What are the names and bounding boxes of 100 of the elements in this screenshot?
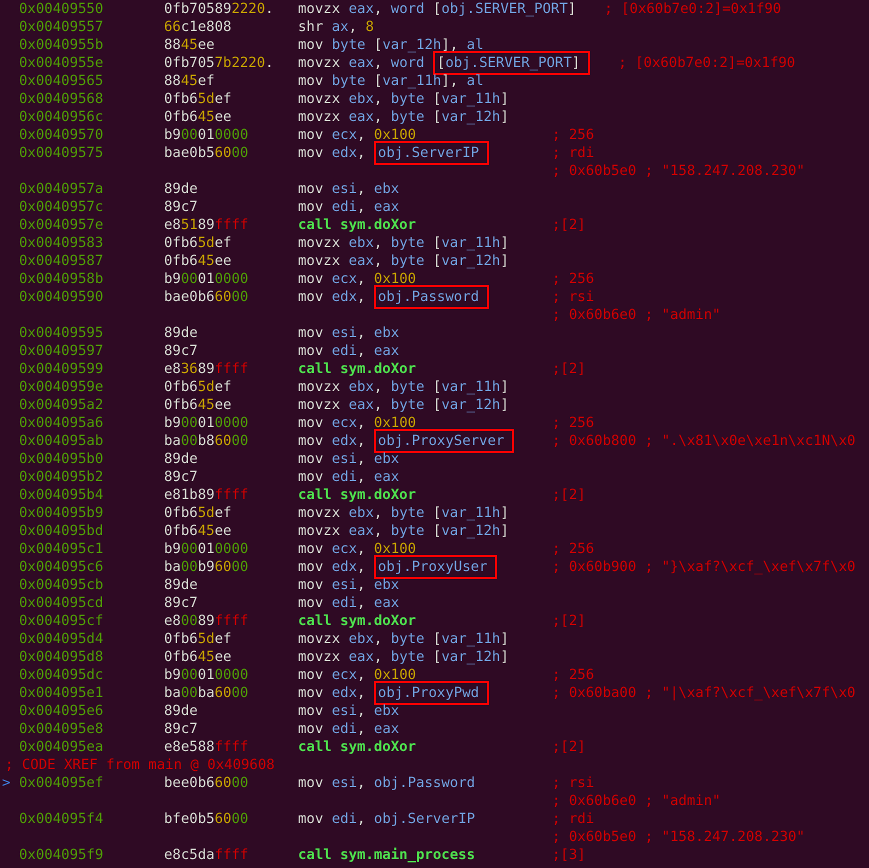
opcode-bytes: 0fb65def (164, 90, 232, 108)
instruction: shr ax, 8 (298, 18, 374, 36)
address: 0x004095cb (19, 576, 104, 594)
address: 0x004095ab (19, 432, 104, 450)
address: 0x0040957a (19, 180, 104, 198)
address: 0x004095b9 (19, 504, 104, 522)
comment: ; 256 (552, 126, 594, 144)
opcode-bytes: 0fb65def (164, 630, 232, 648)
cursor-marker: > (1, 774, 12, 792)
address: 0x004095ea (19, 738, 104, 756)
comment: ;[2] (552, 360, 586, 378)
address: 0x0040958b (19, 270, 104, 288)
opcode-bytes: 8845ee (164, 36, 216, 54)
opcode-bytes: e83689ffff (164, 360, 250, 378)
instruction: mov edi, eax (298, 198, 400, 216)
address: 0x004095dc (19, 666, 104, 684)
instruction: mov ecx, 0x100 (298, 666, 416, 684)
instruction: mov edi, eax (298, 342, 400, 360)
address: 0x00409568 (19, 90, 104, 108)
address: 0x004095cd (19, 594, 104, 612)
opcode-bytes: e81b89ffff (164, 486, 250, 504)
address: 0x00409550 (19, 0, 104, 18)
comment: ;[2] (552, 216, 586, 234)
address: 0x0040956c (19, 108, 104, 126)
instruction: movzx ebx, byte [var_11h] (298, 630, 509, 648)
address: 0x0040955b (19, 36, 104, 54)
instruction: movzx ebx, byte [var_11h] (298, 378, 509, 396)
opcode-bytes: b900010000 (164, 666, 250, 684)
opcode-bytes: 89c7 (164, 468, 199, 486)
opcode-bytes: 89c7 (164, 342, 199, 360)
opcode-bytes: b900010000 (164, 540, 250, 558)
instruction: mov esi, ebx (298, 324, 400, 342)
opcode-bytes: e80089ffff (164, 612, 250, 630)
instruction: mov edx, (298, 144, 366, 162)
comment: ; 0x60b6e0 ; "admin" (552, 792, 721, 810)
address: 0x00409599 (19, 360, 104, 378)
comment: ; rsi (552, 288, 594, 306)
instruction: mov ecx, 0x100 (298, 126, 416, 144)
instruction: mov esi, ebx (298, 702, 400, 720)
instruction: call sym.doXor (298, 486, 416, 504)
address: 0x004095b4 (19, 486, 104, 504)
xref-comment: ; CODE XREF from main @ 0x409608 (4, 756, 275, 774)
instruction: call sym.doXor (298, 738, 416, 756)
comment: ; [0x60b7e0:2]=0x1f90 (604, 0, 782, 18)
instruction: movzx eax, byte [var_12h] (298, 396, 509, 414)
opcode-bytes: e8c5daffff (164, 846, 250, 864)
comment: ;[2] (552, 486, 586, 504)
comment: ; 256 (552, 540, 594, 558)
address: 0x004095d4 (19, 630, 104, 648)
highlighted-operand: obj.ProxyUser (374, 555, 498, 579)
address: 0x00409557 (19, 18, 104, 36)
comment: ; 256 (552, 666, 594, 684)
comment: ; 0x60b5e0 ; "158.247.208.230" (552, 162, 805, 180)
highlighted-operand: obj.ProxyServer (374, 429, 514, 453)
opcode-bytes: 0fb645ee (164, 396, 232, 414)
highlighted-operand: obj.Password (374, 285, 490, 309)
address: 0x00409575 (19, 144, 104, 162)
address: 0x00409590 (19, 288, 104, 306)
address: 0x004095b0 (19, 450, 104, 468)
instruction: mov esi, ebx (298, 450, 400, 468)
instruction: call sym.doXor (298, 360, 416, 378)
instruction: call sym.doXor (298, 612, 416, 630)
address: 0x00409597 (19, 342, 104, 360)
instruction: call sym.main_process (298, 846, 476, 864)
instruction: mov edi, eax (298, 720, 400, 738)
instruction: mov edi, eax (298, 468, 400, 486)
highlighted-operand: obj.ServerIP (374, 141, 490, 165)
comment: ; [0x60b7e0:2]=0x1f90 (618, 54, 796, 72)
instruction: mov byte [var_11h], al (298, 72, 484, 90)
opcode-bytes: e85189ffff (164, 216, 250, 234)
comment: ; 0x60b6e0 ; "admin" (552, 306, 721, 324)
highlighted-operand: obj.ProxyPwd (374, 681, 490, 705)
opcode-bytes: e8e588ffff (164, 738, 250, 756)
instruction: movzx eax, byte [var_12h] (298, 108, 509, 126)
opcode-bytes: 0fb645ee (164, 108, 232, 126)
instruction: mov esi, ebx (298, 576, 400, 594)
instruction: movzx eax, word [obj.SERVER_PORT] (298, 0, 576, 18)
opcode-bytes: bfe0b56000 (164, 810, 250, 828)
instruction: movzx eax, byte [var_12h] (298, 252, 509, 270)
instruction: mov edi, obj.ServerIP (298, 810, 476, 828)
address: 0x0040959e (19, 378, 104, 396)
comment: ;[2] (552, 612, 586, 630)
opcode-bytes: 0fb65def (164, 378, 232, 396)
address: 0x00409583 (19, 234, 104, 252)
instruction: mov edx, (298, 432, 366, 450)
comment: ; rdi (552, 810, 594, 828)
address: 0x004095f4 (19, 810, 104, 828)
opcode-bytes: 0fb7057b2220. (164, 54, 275, 72)
opcode-bytes: 89de (164, 324, 199, 342)
opcode-bytes: 0fb645ee (164, 648, 232, 666)
opcode-bytes: 89c7 (164, 198, 199, 216)
opcode-bytes: 89c7 (164, 720, 199, 738)
instruction: mov ecx, 0x100 (298, 414, 416, 432)
opcode-bytes: 66c1e808 (164, 18, 232, 36)
address: 0x004095e1 (19, 684, 104, 702)
address: 0x004095b2 (19, 468, 104, 486)
highlighted-operand: [obj.SERVER_PORT] (432, 51, 590, 75)
instruction: mov edx, (298, 288, 366, 306)
opcode-bytes: bee0b66000 (164, 774, 250, 792)
opcode-bytes: b900010000 (164, 414, 250, 432)
